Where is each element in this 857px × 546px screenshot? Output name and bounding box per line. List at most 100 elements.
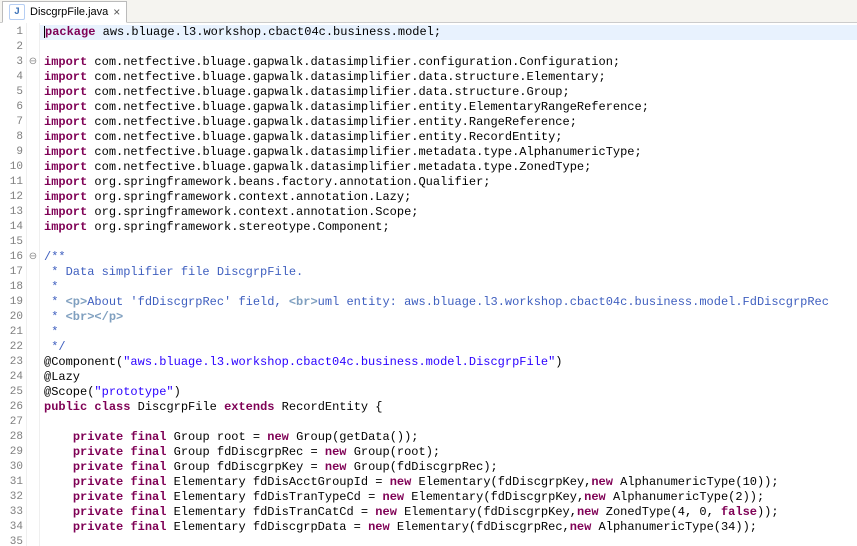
code-line[interactable]: private final Elementary fdDiscgrpData =…: [40, 520, 857, 535]
fold-marker: [27, 310, 39, 325]
code-line[interactable]: [40, 235, 857, 250]
token-kw: new: [325, 460, 347, 474]
fold-marker[interactable]: ⊖: [27, 55, 39, 70]
token-kw: new: [325, 445, 347, 459]
code-line[interactable]: private final Group root = new Group(get…: [40, 430, 857, 445]
line-number: 29: [0, 445, 26, 460]
fold-marker: [27, 265, 39, 280]
token-kw: final: [130, 520, 166, 534]
line-number: 32: [0, 490, 26, 505]
code-line[interactable]: public class DiscgrpFile extends RecordE…: [40, 400, 857, 415]
code-line[interactable]: [40, 415, 857, 430]
code-line[interactable]: import org.springframework.stereotype.Co…: [40, 220, 857, 235]
fold-marker: [27, 430, 39, 445]
editor-tab[interactable]: J DiscgrpFile.java ×: [2, 1, 127, 23]
line-number: 4: [0, 70, 26, 85]
token-norm: com.netfective.bluage.gapwalk.datasimpli…: [87, 55, 620, 69]
token-norm: com.netfective.bluage.gapwalk.datasimpli…: [87, 70, 605, 84]
token-kw: import: [44, 190, 87, 204]
line-number: 20: [0, 310, 26, 325]
token-norm: Elementary(fdDiscgrpRec,: [390, 520, 570, 534]
token-norm: [44, 430, 73, 444]
close-icon[interactable]: ×: [113, 6, 120, 18]
fold-marker: [27, 460, 39, 475]
token-kw: import: [44, 130, 87, 144]
token-kw: public: [44, 400, 87, 414]
token-norm: Elementary(fdDiscgrpKey,: [404, 490, 584, 504]
code-line[interactable]: */: [40, 340, 857, 355]
token-norm: Group(root);: [347, 445, 441, 459]
token-tag: <p>: [66, 295, 88, 309]
code-line[interactable]: private final Elementary fdDisTranTypeCd…: [40, 490, 857, 505]
fold-marker[interactable]: ⊖: [27, 250, 39, 265]
fold-marker: [27, 445, 39, 460]
line-number: 21: [0, 325, 26, 340]
fold-marker: [27, 490, 39, 505]
code-line[interactable]: [40, 535, 857, 546]
token-norm: ZonedType(4, 0,: [599, 505, 721, 519]
code-line[interactable]: import org.springframework.context.annot…: [40, 205, 857, 220]
code-line[interactable]: import org.springframework.beans.factory…: [40, 175, 857, 190]
line-number: 34: [0, 520, 26, 535]
code-line[interactable]: @Component("aws.bluage.l3.workshop.cbact…: [40, 355, 857, 370]
line-number: 13: [0, 205, 26, 220]
code-line[interactable]: [40, 40, 857, 55]
code-line[interactable]: private final Elementary fdDisAcctGroupI…: [40, 475, 857, 490]
line-number: 35: [0, 535, 26, 546]
token-norm: RecordEntity {: [274, 400, 382, 414]
token-norm: Group(fdDiscgrpRec);: [347, 460, 498, 474]
token-kw: private: [73, 475, 123, 489]
code-line[interactable]: @Lazy: [40, 370, 857, 385]
fold-marker: [27, 340, 39, 355]
token-kw: private: [73, 520, 123, 534]
code-line[interactable]: * Data simplifier file DiscgrpFile.: [40, 265, 857, 280]
code-line[interactable]: @Scope("prototype"): [40, 385, 857, 400]
token-kw: new: [390, 475, 412, 489]
token-kw: private: [73, 460, 123, 474]
fold-marker: [27, 160, 39, 175]
code-line[interactable]: * <br></p>: [40, 310, 857, 325]
code-line[interactable]: *: [40, 325, 857, 340]
line-number: 18: [0, 280, 26, 295]
token-kw: import: [44, 55, 87, 69]
code-line[interactable]: import com.netfective.bluage.gapwalk.dat…: [40, 115, 857, 130]
token-norm: ): [174, 385, 181, 399]
token-tag: <br>: [289, 295, 318, 309]
code-line[interactable]: import com.netfective.bluage.gapwalk.dat…: [40, 100, 857, 115]
code-line[interactable]: import com.netfective.bluage.gapwalk.dat…: [40, 160, 857, 175]
token-kw: import: [44, 175, 87, 189]
code-line[interactable]: import com.netfective.bluage.gapwalk.dat…: [40, 145, 857, 160]
code-line[interactable]: *: [40, 280, 857, 295]
token-kw: import: [44, 145, 87, 159]
code-line[interactable]: * <p>About 'fdDiscgrpRec' field, <br>uml…: [40, 295, 857, 310]
line-number: 3: [0, 55, 26, 70]
code-line[interactable]: import com.netfective.bluage.gapwalk.dat…: [40, 70, 857, 85]
code-line[interactable]: private final Elementary fdDisTranCatCd …: [40, 505, 857, 520]
code-line[interactable]: private final Group fdDiscgrpRec = new G…: [40, 445, 857, 460]
code-line[interactable]: import com.netfective.bluage.gapwalk.dat…: [40, 55, 857, 70]
token-kw: import: [44, 70, 87, 84]
code-line[interactable]: import org.springframework.context.annot…: [40, 190, 857, 205]
fold-marker: [27, 385, 39, 400]
line-number: 24: [0, 370, 26, 385]
fold-marker: [27, 70, 39, 85]
code-line[interactable]: /**: [40, 250, 857, 265]
code-area[interactable]: package aws.bluage.l3.workshop.cbact04c.…: [39, 23, 857, 546]
token-kw: package: [45, 25, 95, 39]
line-number: 2: [0, 40, 26, 55]
token-kw: new: [267, 430, 289, 444]
line-number: 26: [0, 400, 26, 415]
token-norm: com.netfective.bluage.gapwalk.datasimpli…: [87, 85, 569, 99]
code-editor[interactable]: 1234567891011121314151617181920212223242…: [0, 23, 857, 546]
token-norm: [44, 490, 73, 504]
fold-marker: [27, 370, 39, 385]
token-kw: import: [44, 160, 87, 174]
token-cmt: About 'fdDiscgrpRec' field,: [87, 295, 289, 309]
code-line[interactable]: package aws.bluage.l3.workshop.cbact04c.…: [40, 25, 857, 40]
line-number: 22: [0, 340, 26, 355]
code-line[interactable]: private final Group fdDiscgrpKey = new G…: [40, 460, 857, 475]
code-line[interactable]: import com.netfective.bluage.gapwalk.dat…: [40, 85, 857, 100]
token-kw: new: [383, 490, 405, 504]
code-line[interactable]: import com.netfective.bluage.gapwalk.dat…: [40, 130, 857, 145]
token-norm: [44, 520, 73, 534]
